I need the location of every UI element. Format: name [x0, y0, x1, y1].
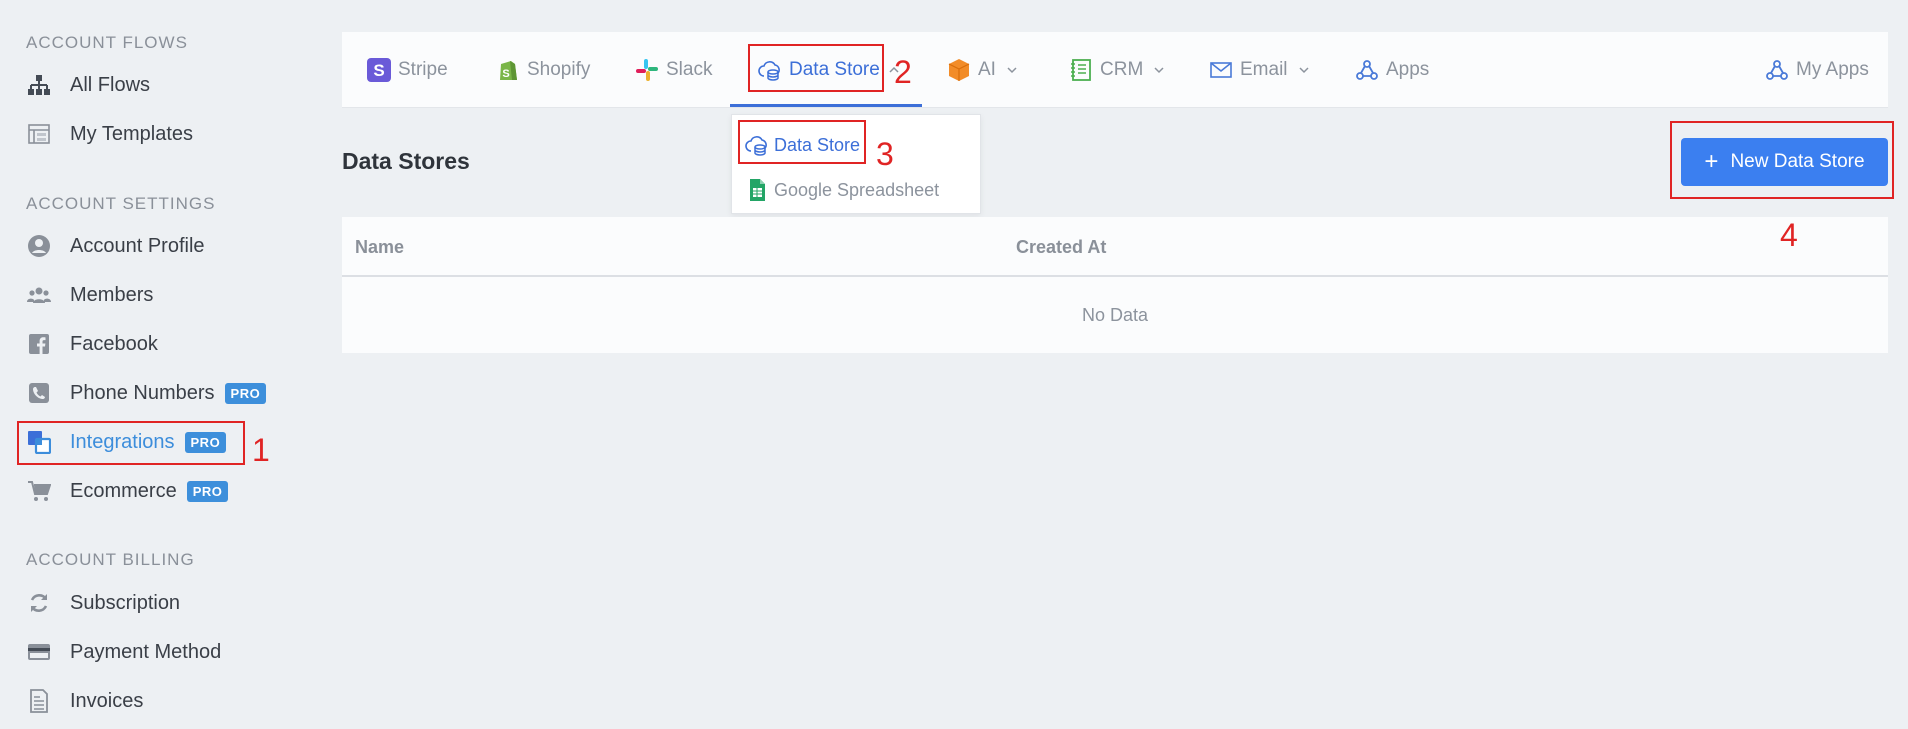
annotation-number-1: 1	[252, 432, 270, 468]
sidebar-item-members[interactable]: Members	[26, 280, 153, 310]
users-icon	[26, 282, 52, 308]
section-title-account-billing: ACCOUNT BILLING	[26, 550, 195, 569]
tab-crm[interactable]: CRM	[1068, 32, 1165, 108]
annotation-number-2: 2	[894, 54, 912, 90]
sidebar-item-integrations[interactable]: Integrations PRO	[26, 427, 227, 457]
table-header: Name Created At	[342, 217, 1888, 277]
new-data-store-button[interactable]: + New Data Store	[1681, 138, 1888, 186]
sidebar-item-payment-method[interactable]: Payment Method	[26, 637, 221, 667]
tab-stripe[interactable]: S Stripe	[366, 32, 448, 108]
sidebar-item-subscription[interactable]: Subscription	[26, 588, 180, 618]
svg-text:S: S	[373, 61, 384, 80]
template-icon	[26, 121, 52, 147]
svg-text:S: S	[502, 68, 509, 80]
empty-state-text: No Data	[1081, 305, 1149, 325]
annotation-number-4: 4	[1780, 217, 1798, 253]
tab-ai[interactable]: AI	[946, 32, 1018, 108]
dropdown-item-google-spreadsheet[interactable]: Google Spreadsheet	[744, 175, 939, 205]
phone-icon	[26, 380, 52, 406]
pro-badge: PRO	[184, 431, 227, 453]
tab-my-apps[interactable]: My Apps	[1764, 32, 1869, 108]
dropdown-item-data-store[interactable]: Data Store	[744, 130, 860, 160]
sidebar-item-label: Facebook	[70, 332, 158, 355]
section-title-account-flows: ACCOUNT FLOWS	[26, 33, 188, 52]
sidebar-item-label: Invoices	[70, 689, 144, 712]
sidebar-item-label: Phone Numbers	[70, 381, 215, 404]
sidebar-item-invoices[interactable]: Invoices	[26, 686, 143, 716]
integrations-tabbar: S Stripe S Shopify Slack Data Store AI C…	[342, 32, 1888, 108]
tab-slack[interactable]: Slack	[634, 32, 712, 108]
pro-badge: PRO	[186, 480, 229, 502]
annotation-number-3: 3	[876, 136, 894, 172]
chevron-down-icon	[1154, 67, 1164, 74]
sidebar-item-label: My Templates	[70, 122, 194, 145]
sidebar-item-label: All Flows	[70, 73, 151, 96]
sidebar-item-label: Members	[70, 283, 154, 306]
column-header-created-at[interactable]: Created At	[1016, 237, 1106, 258]
cloud-database-icon	[757, 57, 783, 83]
sidebar-item-label: Subscription	[70, 591, 181, 614]
page-title: Data Stores	[342, 148, 470, 174]
invoice-icon	[26, 688, 52, 714]
sidebar-item-all-flows[interactable]: All Flows	[26, 70, 150, 100]
active-tab-underline	[730, 104, 922, 107]
data-store-dropdown: Data Store Google Spreadsheet	[731, 114, 981, 214]
pro-badge: PRO	[224, 382, 267, 404]
sitemap-icon	[26, 72, 52, 98]
crm-icon	[1068, 57, 1094, 83]
column-header-name[interactable]: Name	[355, 237, 404, 258]
plus-icon: +	[1704, 148, 1719, 175]
chevron-down-icon	[1298, 67, 1309, 74]
ai-cube-icon	[946, 57, 972, 83]
refresh-icon	[26, 590, 52, 616]
sidebar-item-account-profile[interactable]: Account Profile	[26, 231, 205, 261]
cloud-database-icon	[744, 132, 770, 158]
google-sheets-icon	[744, 177, 770, 203]
sidebar: ACCOUNT FLOWS All Flows My Templates ACC…	[0, 0, 320, 729]
tab-email[interactable]: Email	[1208, 32, 1310, 108]
cart-icon	[26, 478, 52, 504]
data-stores-table: Name Created At No Data	[342, 217, 1888, 353]
sidebar-item-phone-numbers[interactable]: Phone Numbers PRO	[26, 378, 267, 408]
facebook-icon	[26, 331, 52, 357]
sidebar-item-label: Ecommerce	[70, 479, 177, 502]
sidebar-item-facebook[interactable]: Facebook	[26, 329, 158, 359]
tab-apps[interactable]: Apps	[1354, 32, 1429, 108]
sidebar-item-label: Payment Method	[70, 640, 222, 663]
slack-icon	[634, 57, 660, 83]
sidebar-item-my-templates[interactable]: My Templates	[26, 119, 193, 149]
shopify-icon: S	[495, 57, 521, 83]
webhook-icon	[1764, 57, 1790, 83]
envelope-icon	[1208, 57, 1234, 83]
sidebar-item-label: Integrations	[70, 430, 175, 453]
credit-card-icon	[26, 639, 52, 665]
chevron-down-icon	[1007, 67, 1017, 74]
sidebar-item-ecommerce[interactable]: Ecommerce PRO	[26, 476, 229, 506]
user-circle-icon	[26, 233, 52, 259]
tab-shopify[interactable]: S Shopify	[495, 32, 590, 108]
section-title-account-settings: ACCOUNT SETTINGS	[26, 194, 216, 213]
stripe-icon: S	[366, 57, 392, 83]
sidebar-item-label: Account Profile	[70, 234, 205, 257]
integrations-icon	[26, 429, 52, 455]
tab-data-store[interactable]: Data Store	[757, 32, 900, 108]
webhook-icon	[1354, 57, 1380, 83]
